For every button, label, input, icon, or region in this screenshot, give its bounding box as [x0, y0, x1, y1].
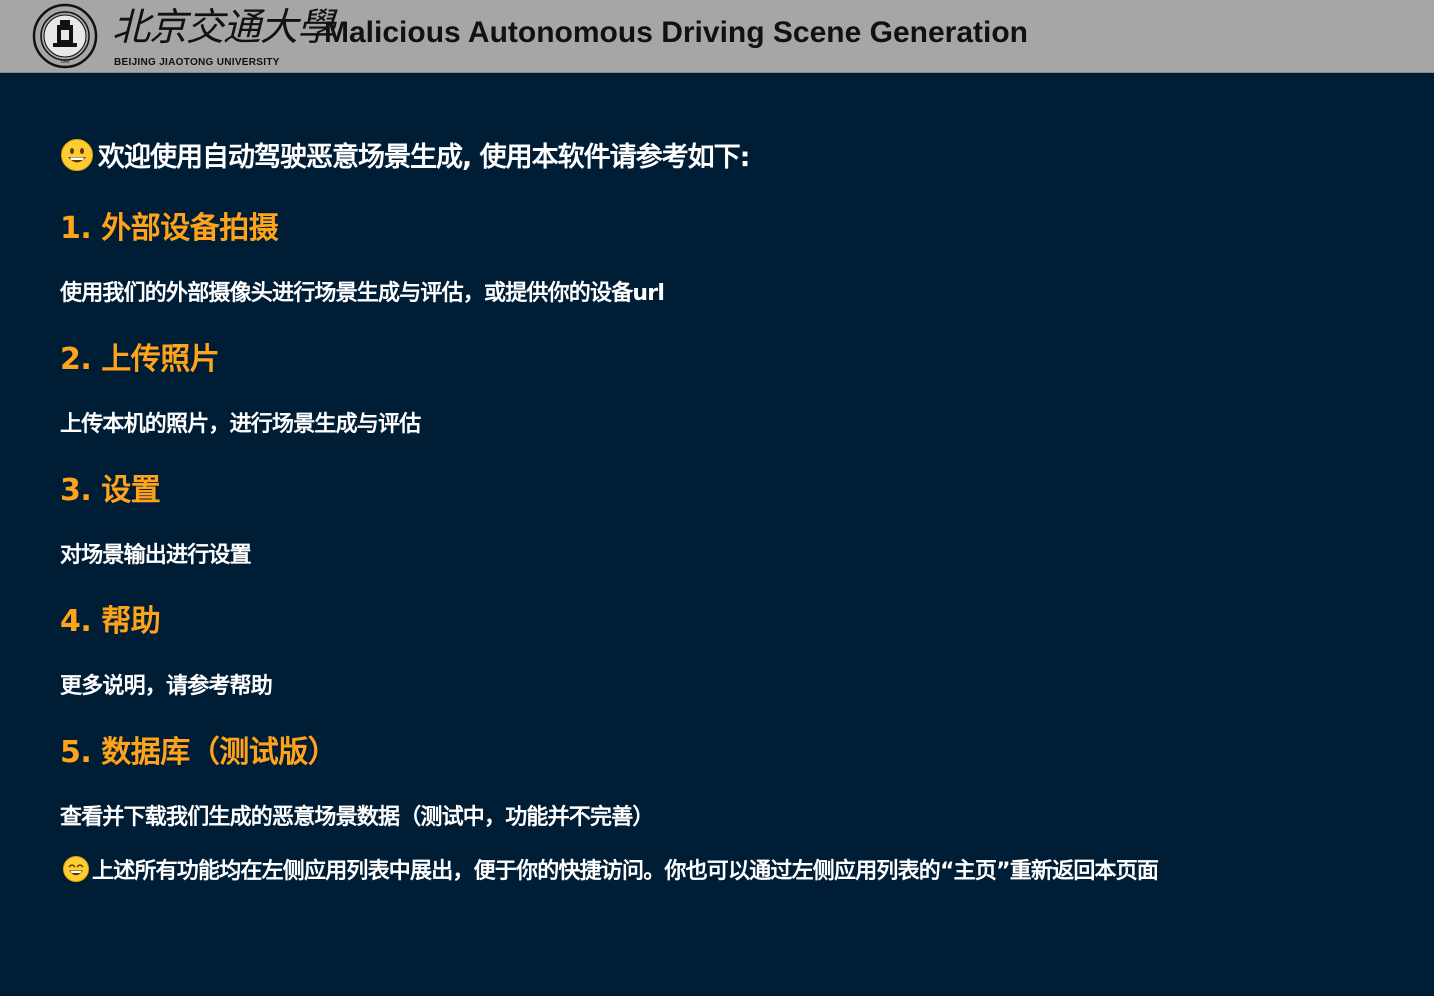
university-seal-icon: 1896 — [32, 3, 98, 69]
footer-note-text: 上述所有功能均在左侧应用列表中展出，便于你的快捷访问。你也可以通过左侧应用列表的… — [92, 859, 1159, 884]
svg-text:1896: 1896 — [61, 59, 71, 64]
top-header: 1896 北京交通大學 BEIJING JIAOTONG UNIVERSITY … — [0, 0, 1434, 73]
section-heading-settings: 3. 设置 — [60, 473, 161, 508]
app-title: Malicious Autonomous Driving Scene Gener… — [324, 16, 1028, 49]
section-desc-camera: 使用我们的外部摄像头进行场景生成与评估，或提供你的设备url — [60, 281, 665, 306]
university-logo-en: BEIJING JIAOTONG UNIVERSITY — [114, 57, 280, 68]
section-desc-upload: 上传本机的照片，进行场景生成与评估 — [60, 412, 421, 437]
university-logo-cn: 北京交通大學 — [112, 5, 335, 49]
section-desc-settings: 对场景输出进行设置 — [60, 543, 252, 568]
section-heading-camera: 1. 外部设备拍摄 — [60, 211, 279, 246]
section-heading-upload: 2. 上传照片 — [60, 342, 220, 377]
welcome-message: 欢迎使用自动驾驶恶意场景生成, 使用本软件请参考如下: — [60, 135, 750, 174]
section-heading-help: 4. 帮助 — [60, 604, 161, 639]
main-content: 欢迎使用自动驾驶恶意场景生成, 使用本软件请参考如下: 1. 外部设备拍摄 使用… — [0, 73, 1434, 996]
footer-note: 上述所有功能均在左侧应用列表中展出，便于你的快捷访问。你也可以通过左侧应用列表的… — [62, 853, 1159, 885]
welcome-text: 欢迎使用自动驾驶恶意场景生成, 使用本软件请参考如下: — [98, 142, 750, 173]
smiling-face-icon — [63, 856, 89, 882]
grinning-face-icon — [61, 138, 93, 171]
section-desc-help: 更多说明，请参考帮助 — [60, 674, 273, 699]
section-heading-database: 5. 数据库（测试版） — [60, 735, 338, 770]
section-desc-database: 查看并下载我们生成的恶意场景数据（测试中，功能并不完善） — [60, 805, 654, 830]
